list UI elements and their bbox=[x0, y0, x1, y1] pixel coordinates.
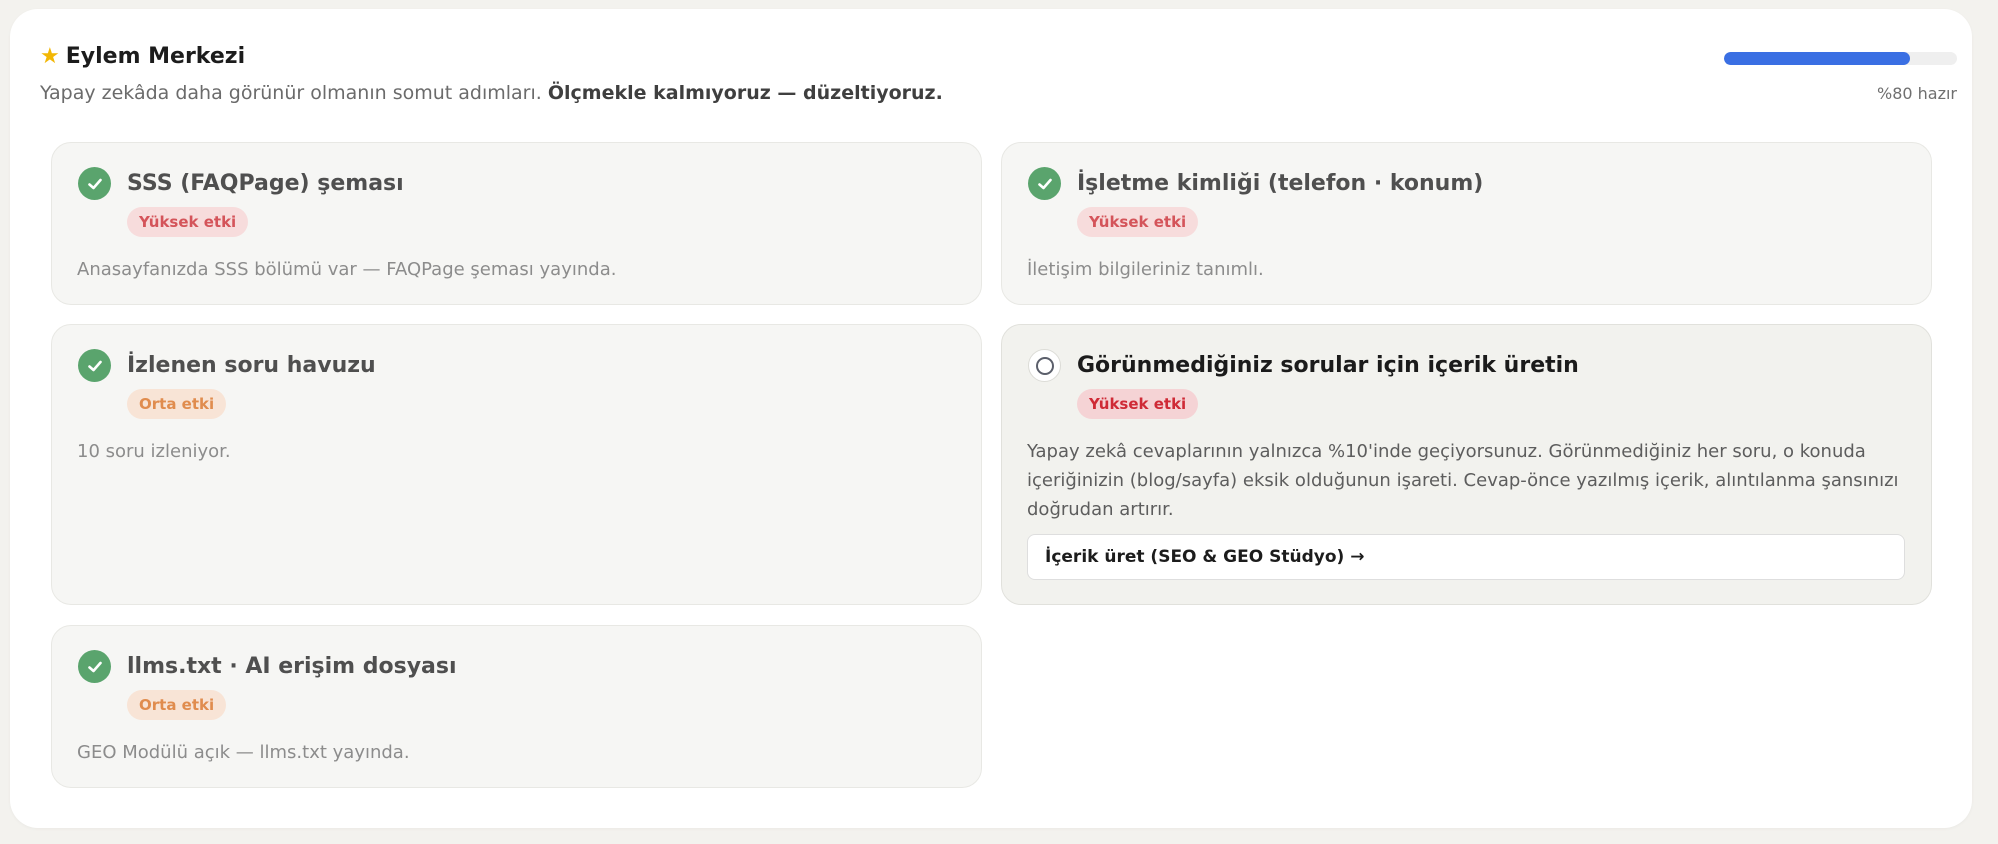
impact-badge: Yüksek etki bbox=[1077, 207, 1199, 237]
generate-content-button[interactable]: İçerik üret (SEO & GEO Stüdyo) → bbox=[1027, 534, 1905, 580]
card-title: İzlenen soru havuzu bbox=[127, 353, 376, 378]
card-description: Yapay zekâ cevaplarının yalnızca %10'ind… bbox=[1027, 441, 1899, 520]
progress-bar bbox=[1724, 52, 1957, 65]
subtitle-emphasis: Ölçmekle kalmıyoruz — düzeltiyoruz. bbox=[547, 82, 943, 104]
check-circle-icon bbox=[78, 650, 111, 683]
impact-badge: Yüksek etki bbox=[1077, 389, 1199, 419]
impact-badge: Orta etki bbox=[127, 690, 227, 720]
impact-badge: Yüksek etki bbox=[127, 207, 249, 237]
page-title: Eylem Merkezi bbox=[65, 44, 246, 69]
card-title: Görünmediğiniz sorular için içerik üreti… bbox=[1077, 353, 1579, 378]
card-title: SSS (FAQPage) şeması bbox=[127, 171, 404, 196]
card-description: Anasayfanızda SSS bölümü var — FAQPage ş… bbox=[77, 259, 617, 280]
action-card-question-pool: İzlenen soru havuzu Orta etki 10 soru iz… bbox=[51, 324, 982, 605]
check-circle-icon bbox=[78, 349, 111, 382]
page-subtitle: Yapay zekâda daha görünür olmanın somut … bbox=[40, 82, 943, 104]
card-title: llms.txt · AI erişim dosyası bbox=[127, 654, 457, 679]
progress-bar-fill bbox=[1724, 52, 1911, 65]
action-card-content-generation: Görünmediğiniz sorular için içerik üreti… bbox=[1001, 324, 1932, 605]
star-icon: ★ bbox=[40, 44, 60, 69]
check-circle-icon bbox=[1028, 167, 1061, 200]
action-card-llms-txt: llms.txt · AI erişim dosyası Orta etki G… bbox=[51, 625, 982, 788]
card-description: GEO Modülü açık — llms.txt yayında. bbox=[77, 742, 410, 763]
progress-label: %80 hazır bbox=[1876, 84, 1957, 103]
check-circle-icon bbox=[78, 167, 111, 200]
subtitle-text: Yapay zekâda daha görünür olmanın somut … bbox=[40, 82, 542, 104]
card-title: İşletme kimliği (telefon · konum) bbox=[1077, 171, 1484, 196]
card-description: 10 soru izleniyor. bbox=[77, 441, 231, 462]
card-description: İletişim bilgileriniz tanımlı. bbox=[1027, 259, 1264, 280]
action-card-business-identity: İşletme kimliği (telefon · konum) Yüksek… bbox=[1001, 142, 1932, 305]
page-title-row: ★ Eylem Merkezi bbox=[40, 44, 245, 69]
action-card-faq-schema: SSS (FAQPage) şeması Yüksek etki Anasayf… bbox=[51, 142, 982, 305]
impact-badge: Orta etki bbox=[127, 389, 227, 419]
pending-circle-icon bbox=[1028, 349, 1061, 382]
